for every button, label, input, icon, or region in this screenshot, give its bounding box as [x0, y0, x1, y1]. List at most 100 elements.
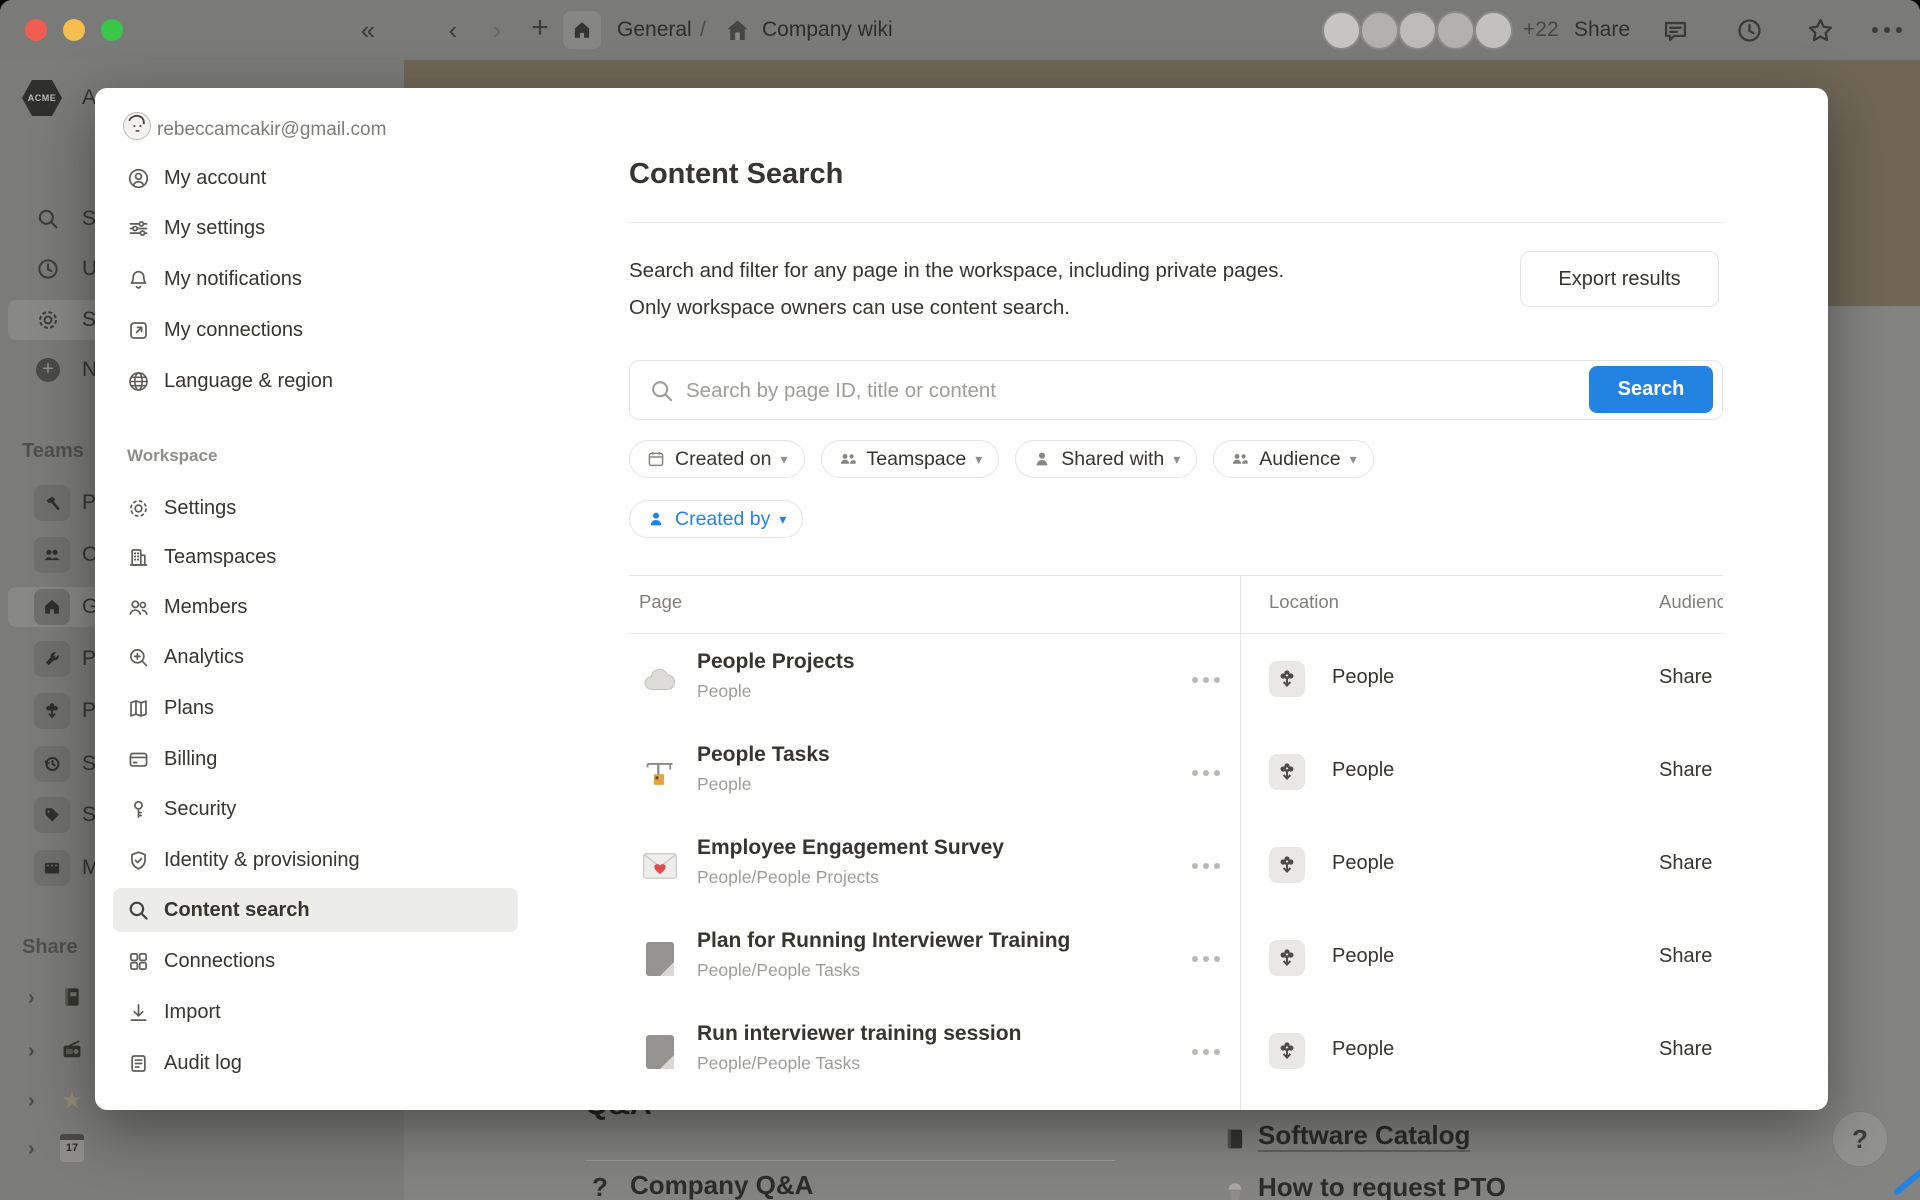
screen: « ‹ › + General / Company wiki +22 Share [0, 0, 1920, 1200]
house-emoji-icon [724, 17, 751, 49]
chevron-down-icon: ▾ [975, 451, 982, 468]
shared-page-item[interactable]: › 17 [8, 1130, 396, 1170]
chevron-down-icon: ▾ [779, 511, 786, 528]
help-button[interactable]: ? [1832, 1111, 1888, 1167]
avatar [1360, 11, 1399, 50]
column-header-audience: Audience [1659, 591, 1723, 613]
menu-item-identity-provisioning[interactable]: Identity & provisioning [113, 838, 518, 882]
menu-item-my-connections[interactable]: My connections [113, 308, 518, 352]
updates-icon [36, 257, 60, 281]
search-icon [36, 207, 60, 231]
page-icon [641, 1033, 679, 1071]
menu-item-audit-log[interactable]: Audit log [113, 1041, 518, 1085]
menu-item-teamspaces[interactable]: Teamspaces [113, 535, 518, 579]
menu-item-my-account[interactable]: My account [113, 156, 518, 200]
breadcrumb-separator: / [700, 0, 706, 60]
chevron-down-icon: ▾ [1350, 451, 1357, 468]
calendar-icon [646, 449, 666, 469]
star-icon: ★ [58, 1086, 86, 1114]
row-more-options-icon[interactable] [1192, 673, 1232, 687]
bell-icon [127, 268, 150, 291]
back-icon[interactable]: ‹ [438, 0, 468, 60]
avatar [1398, 11, 1437, 50]
zoom-window-button[interactable] [101, 19, 123, 41]
new-tab-icon[interactable]: + [524, 0, 556, 58]
sliders-icon [127, 217, 150, 240]
plus-circle-icon: + [36, 358, 60, 382]
table-row[interactable]: Run interviewer training session People/… [629, 1005, 1723, 1098]
divider [585, 1160, 1115, 1161]
menu-item-my-settings[interactable]: My settings [113, 206, 518, 250]
menu-item-language-region[interactable]: Language & region [113, 359, 518, 403]
building-icon [127, 546, 150, 569]
person-icon [1032, 449, 1052, 469]
radio-icon [58, 1036, 86, 1064]
menu-item-my-notifications[interactable]: My notifications [113, 257, 518, 301]
teamspace-flower-icon [1269, 940, 1305, 976]
minimize-window-button[interactable] [63, 19, 85, 41]
forward-icon[interactable]: › [482, 0, 512, 60]
filter-created-on[interactable]: Created on▾ [629, 440, 805, 478]
love-letter-icon [641, 847, 679, 885]
calendar-icon: 17 [58, 1134, 86, 1162]
teamspace-flower-icon [1269, 847, 1305, 883]
favorite-star-icon[interactable] [1806, 16, 1835, 50]
how-to-request-pto-link[interactable]: How to request PTO [1258, 1172, 1506, 1200]
menu-item-connections[interactable]: Connections [113, 939, 518, 983]
software-catalog-link[interactable]: Software Catalog [1258, 1120, 1470, 1151]
breadcrumb-workspace[interactable]: General [617, 0, 692, 60]
more-options-icon[interactable] [1872, 27, 1902, 33]
cloud-icon [641, 661, 679, 699]
account-email: rebeccamcakir@gmail.com [157, 119, 386, 141]
company-qa-link[interactable]: Company Q&A [630, 1170, 813, 1200]
menu-item-billing[interactable]: Billing [113, 737, 518, 781]
scroll-icon [127, 1052, 150, 1075]
menu-item-import[interactable]: Import [113, 990, 518, 1034]
collapse-sidebar-icon[interactable]: « [348, 0, 388, 60]
search-input[interactable] [684, 361, 1588, 421]
filter-chip-row: Created on▾ Teamspace▾ Shared with▾ Audi… [629, 440, 1374, 478]
history-clock-icon [34, 746, 70, 782]
map-icon [127, 697, 150, 720]
menu-item-plans[interactable]: Plans [113, 686, 518, 730]
filter-created-by[interactable]: Created by▾ [629, 500, 803, 538]
menu-item-analytics[interactable]: Analytics [113, 635, 518, 679]
export-results-button[interactable]: Export results [1520, 251, 1719, 307]
construction-crane-icon [641, 754, 679, 792]
home-icon [34, 589, 70, 625]
row-more-options-icon[interactable] [1192, 952, 1232, 966]
search-button[interactable]: Search [1589, 366, 1713, 413]
breadcrumb-page[interactable]: Company wiki [762, 0, 893, 60]
menu-item-content-search[interactable]: Content search [113, 888, 518, 932]
table-row[interactable]: Plan for Running Interviewer Training Pe… [629, 912, 1723, 1005]
table-row[interactable]: People Tasks People People Share [629, 726, 1723, 819]
table-row[interactable]: People Projects People People Share [629, 633, 1723, 726]
row-more-options-icon[interactable] [1192, 1045, 1232, 1059]
teamspace-flower-icon [1269, 1033, 1305, 1069]
content-search-bar [629, 360, 1723, 420]
updates-clock-icon[interactable] [1736, 17, 1763, 49]
cupcake-icon [1222, 1178, 1248, 1200]
person-circle-icon [127, 167, 150, 190]
grid-icon [127, 950, 150, 973]
row-more-options-icon[interactable] [1192, 859, 1232, 873]
filter-audience[interactable]: Audience▾ [1213, 440, 1373, 478]
avatar-overflow-count[interactable]: +22 [1523, 0, 1559, 60]
comments-icon[interactable] [1662, 17, 1689, 49]
menu-item-security[interactable]: Security [113, 787, 518, 831]
menu-item-members[interactable]: Members [113, 585, 518, 629]
filter-teamspace[interactable]: Teamspace▾ [821, 440, 1000, 478]
row-more-options-icon[interactable] [1192, 766, 1232, 780]
user-avatar [123, 112, 151, 140]
menu-item-settings[interactable]: Settings [113, 486, 518, 530]
column-header-page: Page [639, 591, 682, 613]
search-icon [649, 378, 675, 404]
table-row[interactable]: Employee Engagement Survey People/People… [629, 819, 1723, 912]
filter-shared-with[interactable]: Shared with▾ [1015, 440, 1197, 478]
arrow-out-box-icon [127, 319, 150, 342]
chevron-right-icon: › [28, 1138, 35, 1161]
home-tab-icon[interactable] [563, 11, 601, 49]
share-button[interactable]: Share [1574, 0, 1630, 60]
close-window-button[interactable] [25, 19, 47, 41]
people-icon [838, 449, 858, 469]
